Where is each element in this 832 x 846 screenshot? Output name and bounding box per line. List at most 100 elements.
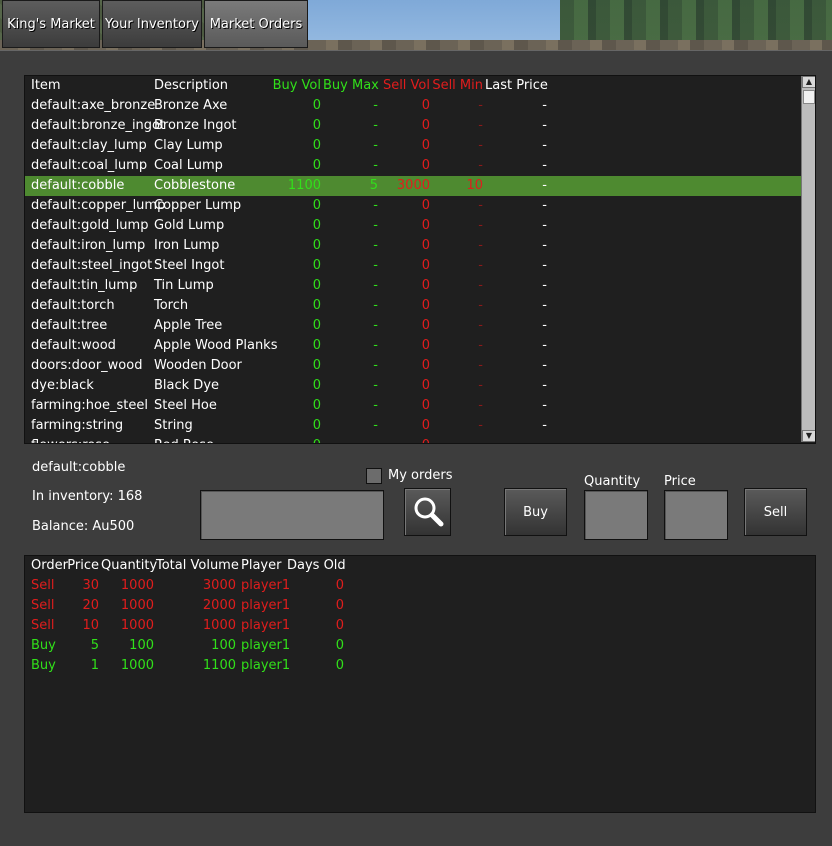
order-cell-player: player1 xyxy=(241,618,291,633)
market-cell-sell-vol: 0 xyxy=(380,436,430,443)
tab-market-orders[interactable]: Market Orders xyxy=(204,0,308,48)
tab-kings-market[interactable]: King's Market xyxy=(2,0,100,48)
market-cell-sell-vol: 0 xyxy=(421,238,430,253)
market-cell-sell-vol: 0 xyxy=(421,378,430,393)
order-row[interactable]: Sell 10 1000 1000 player1 0 xyxy=(25,616,801,636)
tab-label: King's Market xyxy=(7,16,95,32)
market-row[interactable]: doors:door_wood Wooden Door 0 - 0 - - xyxy=(25,356,801,376)
column-header-quantity: Quantity xyxy=(101,558,158,573)
market-row[interactable]: farming:string String 0 - 0 - - xyxy=(25,416,801,436)
column-header-days-old: Days Old xyxy=(287,558,346,573)
market-cell-sell-vol: 0 xyxy=(421,138,430,153)
market-row[interactable]: default:tin_lump Tin Lump 0 - 0 - - xyxy=(25,276,801,296)
market-cell-sell-min: - xyxy=(478,338,483,353)
market-cell-description: Apple Wood Planks xyxy=(154,338,278,353)
scroll-thumb[interactable] xyxy=(803,90,815,104)
market-cell-last-price: - xyxy=(485,436,547,443)
orders-table: Order Price Quantity Total Volume Player… xyxy=(24,555,816,813)
search-input[interactable] xyxy=(200,490,384,540)
market-cell-description: Apple Tree xyxy=(154,318,223,333)
order-cell-total-volume: 2000 xyxy=(202,598,236,613)
column-header-player: Player xyxy=(241,558,282,573)
market-row[interactable]: farming:hoe_steel Steel Hoe 0 - 0 - - xyxy=(25,396,801,416)
price-field[interactable] xyxy=(664,490,728,540)
market-cell-description: Steel Hoe xyxy=(154,398,217,413)
order-row[interactable]: Buy 1 1000 1100 player1 0 xyxy=(25,656,801,676)
column-header-sell-vol: Sell Vol xyxy=(382,78,430,93)
market-cell-sell-vol: 0 xyxy=(421,418,430,433)
my-orders-checkbox[interactable] xyxy=(366,468,382,484)
column-header-item: Item xyxy=(31,78,61,93)
market-cell-buy-max: - xyxy=(373,98,378,113)
market-cell-buy-vol: 0 xyxy=(312,378,321,393)
sell-button[interactable]: Sell xyxy=(744,488,807,536)
tab-label: Market Orders xyxy=(209,16,303,32)
search-button[interactable] xyxy=(404,488,451,536)
quantity-field[interactable] xyxy=(584,490,648,540)
scroll-down-icon[interactable]: ▼ xyxy=(802,430,815,442)
market-cell-sell-vol: 0 xyxy=(421,358,430,373)
market-cell-sell-vol: 0 xyxy=(421,258,430,273)
order-row[interactable]: Sell 20 1000 2000 player1 0 xyxy=(25,596,801,616)
market-row[interactable]: flowers:roseRed Rose0-0-- xyxy=(25,436,801,443)
scroll-up-icon[interactable]: ▲ xyxy=(802,76,815,88)
order-cell-quantity: 1000 xyxy=(120,658,154,673)
market-cell-buy-max: 5 xyxy=(369,178,378,193)
order-cell-price: 30 xyxy=(82,578,99,593)
buy-button[interactable]: Buy xyxy=(504,488,567,536)
column-header-buy-max: Buy Max xyxy=(323,78,379,93)
market-row[interactable]: default:iron_lump Iron Lump 0 - 0 - - xyxy=(25,236,801,256)
market-cell-item: default:clay_lump xyxy=(31,138,147,153)
order-cell-total-volume: 1000 xyxy=(202,618,236,633)
market-cell-buy-vol: 0 xyxy=(312,318,321,333)
market-row[interactable]: default:steel_ingot Steel Ingot 0 - 0 - - xyxy=(25,256,801,276)
market-cell-sell-min: - xyxy=(478,158,483,173)
market-cell-buy-max: - xyxy=(373,218,378,233)
market-cell-last-price: - xyxy=(542,158,547,173)
balance-value: Balance: Au500 xyxy=(32,519,135,534)
market-cell-item: dye:black xyxy=(31,378,94,393)
market-row[interactable]: default:clay_lump Clay Lump 0 - 0 - - xyxy=(25,136,801,156)
market-cell-item: default:steel_ingot xyxy=(31,258,153,273)
market-cell-last-price: - xyxy=(542,238,547,253)
market-scrollbar[interactable]: ▲ ▼ xyxy=(801,76,815,442)
order-row[interactable]: Buy 5 100 100 player1 0 xyxy=(25,636,801,656)
market-cell-buy-max: - xyxy=(373,418,378,433)
order-cell-order: Sell xyxy=(31,578,55,593)
tab-your-inventory[interactable]: Your Inventory xyxy=(102,0,202,48)
market-row[interactable]: default:tree Apple Tree 0 - 0 - - xyxy=(25,316,801,336)
market-cell-description: Steel Ingot xyxy=(154,258,225,273)
market-row[interactable]: default:torch Torch 0 - 0 - - xyxy=(25,296,801,316)
market-cell-item: default:cobble xyxy=(31,178,125,193)
order-cell-total-volume: 1100 xyxy=(202,658,236,673)
market-row[interactable]: default:wood Apple Wood Planks 0 - 0 - - xyxy=(25,336,801,356)
market-cell-buy-vol: 0 xyxy=(312,98,321,113)
market-cell-description: Wooden Door xyxy=(154,358,242,373)
market-row[interactable]: default:axe_bronze Bronze Axe 0 - 0 - - xyxy=(25,96,801,116)
market-cell-buy-max: - xyxy=(373,278,378,293)
market-cell-buy-vol: 0 xyxy=(312,298,321,313)
order-cell-days-old: 0 xyxy=(335,578,344,593)
market-row[interactable]: default:bronze_ingot Bronze Ingot 0 - 0 - - xyxy=(25,116,801,136)
market-cell-description: Gold Lump xyxy=(154,218,225,233)
market-cell-buy-vol: 0 xyxy=(312,238,321,253)
market-cell-buy-vol: 0 xyxy=(312,418,321,433)
market-cell-description: Tin Lump xyxy=(154,278,214,293)
order-row[interactable]: Sell 30 1000 3000 player1 0 xyxy=(25,576,801,596)
market-row[interactable]: default:coal_lump Coal Lump 0 - 0 - - xyxy=(25,156,801,176)
market-cell-item: default:gold_lump xyxy=(31,218,149,233)
order-cell-quantity: 1000 xyxy=(120,578,154,593)
column-header-price: Price xyxy=(67,558,99,573)
market-row[interactable]: default:gold_lump Gold Lump 0 - 0 - - xyxy=(25,216,801,236)
market-cell-last-price: - xyxy=(542,178,547,193)
market-cell-buy-vol: 0 xyxy=(312,398,321,413)
market-cell-last-price: - xyxy=(542,138,547,153)
order-cell-total-volume: 3000 xyxy=(202,578,236,593)
market-cell-sell-vol: 0 xyxy=(421,278,430,293)
market-row[interactable]: dye:black Black Dye 0 - 0 - - xyxy=(25,376,801,396)
column-header-buy-vol: Buy Vol xyxy=(272,78,321,93)
market-row[interactable]: default:cobble Cobblestone 1100 5 3000 10 - xyxy=(25,176,801,196)
tab-label: Your Inventory xyxy=(105,16,199,32)
market-cell-description: Red Rose xyxy=(154,436,214,443)
market-row[interactable]: default:copper_lump Copper Lump 0 - 0 - - xyxy=(25,196,801,216)
